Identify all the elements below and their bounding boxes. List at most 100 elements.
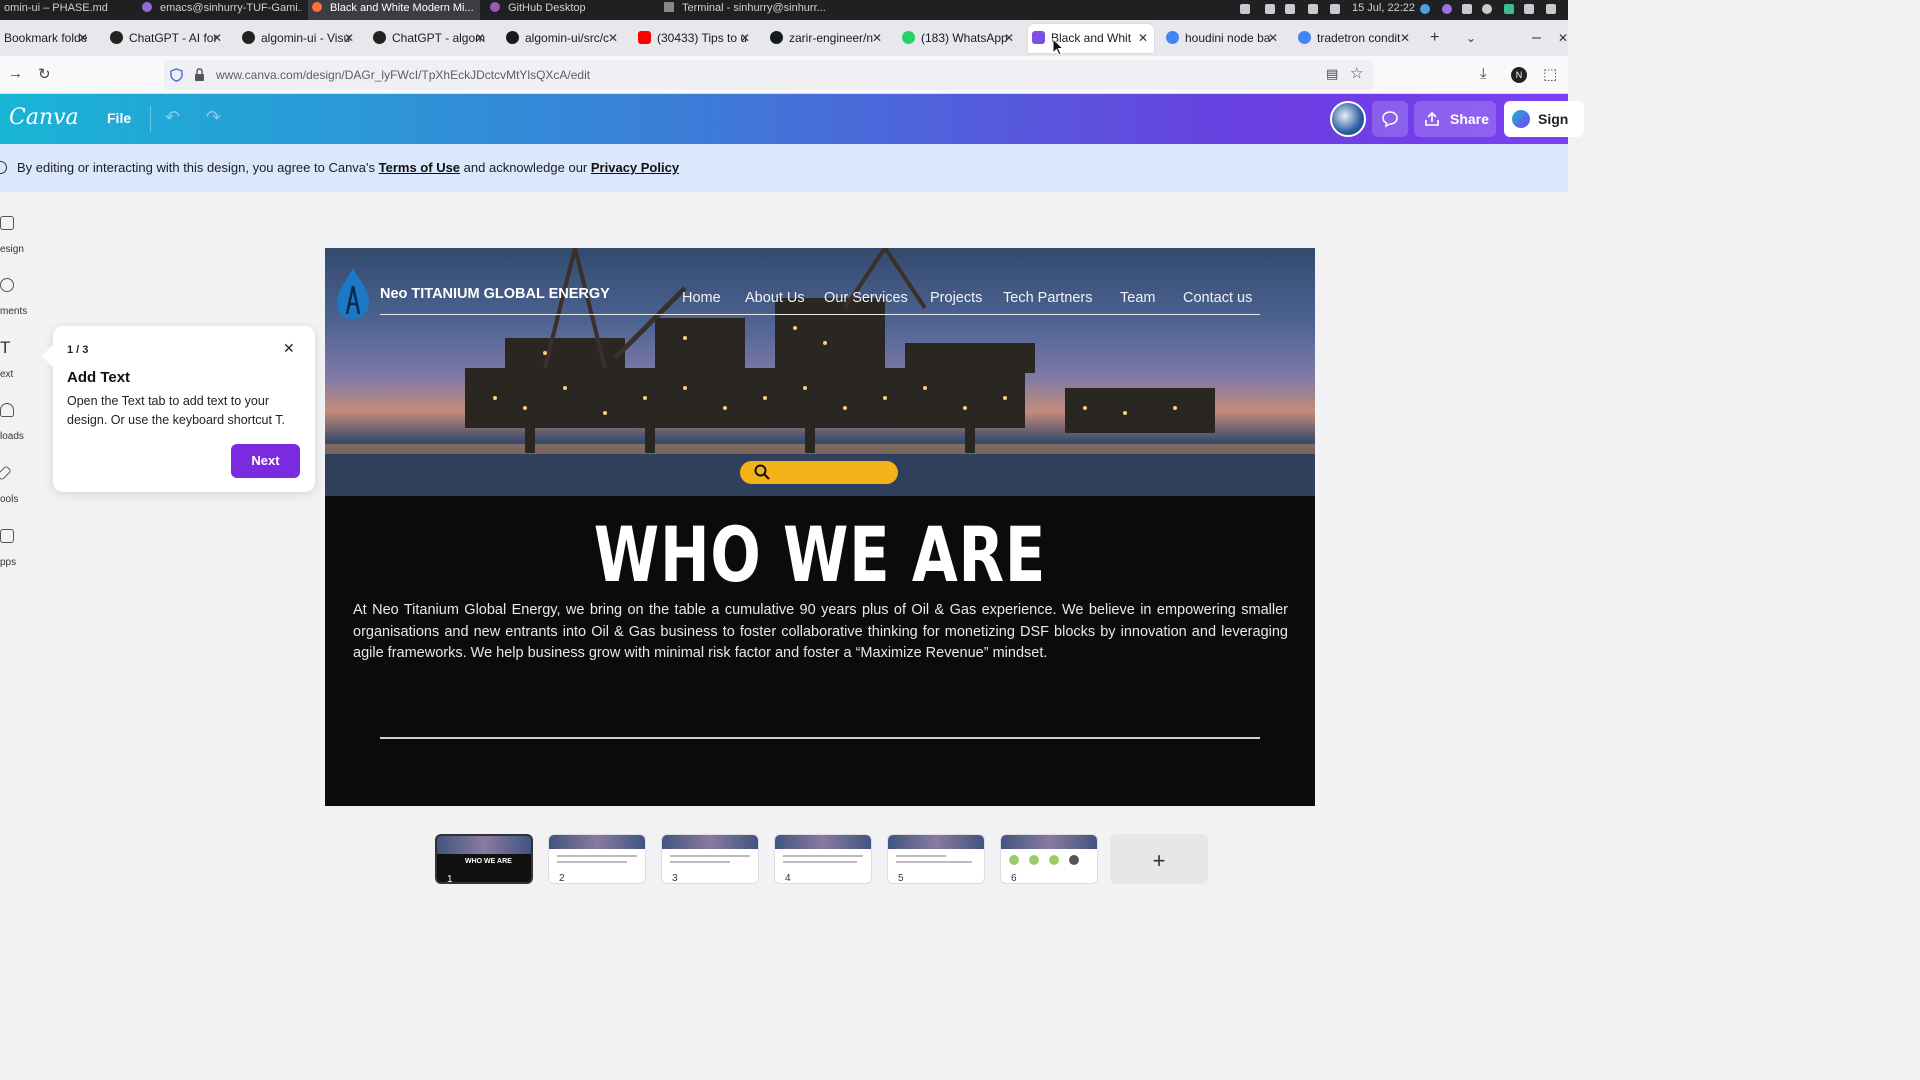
- tab-list-chevron-icon[interactable]: ⌄: [1466, 31, 1476, 45]
- url-text[interactable]: www.canva.com/design/DAGr_lyFWcI/TpXhEck…: [216, 68, 590, 82]
- thumbnail-line: [783, 855, 863, 857]
- next-button[interactable]: Next: [231, 444, 300, 478]
- avatar[interactable]: [1330, 101, 1366, 137]
- close-icon[interactable]: ✕: [283, 340, 295, 357]
- shield-icon[interactable]: [170, 68, 183, 82]
- tab-label: Bookmark folde: [4, 31, 88, 45]
- redo-icon[interactable]: ↷: [206, 107, 221, 128]
- browser-tab[interactable]: houdini node ba ✕: [1162, 24, 1284, 53]
- browser-tab[interactable]: algomin-ui - Visu ✕: [238, 24, 360, 53]
- add-page-button[interactable]: +: [1110, 834, 1208, 884]
- search-bar[interactable]: [740, 461, 898, 484]
- close-icon[interactable]: ✕: [1400, 24, 1410, 53]
- reader-view-icon[interactable]: ▤: [1326, 66, 1338, 82]
- os-window-label: omin-ui – PHASE.md: [4, 2, 108, 14]
- page-thumbnail[interactable]: 2: [548, 834, 646, 884]
- new-tab-icon[interactable]: +: [1430, 29, 1439, 47]
- browser-tab[interactable]: (30433) Tips to u ✕: [634, 24, 756, 53]
- battery-icon[interactable]: [1308, 4, 1318, 14]
- lock-icon[interactable]: [194, 68, 205, 82]
- section-body-text[interactable]: At Neo Titanium Global Energy, we bring …: [353, 600, 1288, 665]
- page-thumbnail[interactable]: 4: [774, 834, 872, 884]
- reload-icon[interactable]: ↻: [38, 65, 51, 83]
- tab-label: houdini node ba: [1185, 31, 1271, 45]
- os-window-tab[interactable]: Terminal - sinhurry@sinhurr...: [660, 0, 850, 20]
- account-icon[interactable]: N: [1511, 67, 1527, 83]
- section-heading[interactable]: WHO WE ARE: [434, 510, 1206, 599]
- notification-bell-icon[interactable]: [1240, 4, 1250, 14]
- nav-link-about-us[interactable]: About Us: [745, 290, 805, 306]
- file-menu-button[interactable]: File: [107, 110, 131, 126]
- nav-link-team[interactable]: Team: [1120, 290, 1155, 306]
- wifi-icon[interactable]: [1285, 4, 1295, 14]
- volume-icon[interactable]: [1330, 4, 1340, 14]
- nav-link-home[interactable]: Home: [682, 290, 721, 306]
- browser-tab[interactable]: (183) WhatsApp ✕: [898, 24, 1020, 53]
- close-icon[interactable]: ✕: [78, 24, 88, 53]
- clock[interactable]: 15 Jul, 22:22: [1352, 0, 1415, 18]
- forward-icon[interactable]: →: [8, 65, 23, 82]
- app-tray-icon[interactable]: [1546, 4, 1556, 14]
- close-icon[interactable]: ✕: [212, 24, 222, 53]
- bluetooth-icon[interactable]: [1265, 4, 1275, 14]
- comments-button[interactable]: [1372, 101, 1408, 137]
- browser-tab[interactable]: algomin-ui/src/c ✕: [502, 24, 624, 53]
- app-tray-icon[interactable]: [1420, 4, 1430, 14]
- elements-icon: [0, 278, 14, 292]
- browser-tab[interactable]: zarir-engineer/n ✕: [766, 24, 888, 53]
- browser-tab[interactable]: tradetron condit ✕: [1294, 24, 1416, 53]
- brand-name[interactable]: Neo TITANIUM GLOBAL ENERGY: [380, 286, 610, 302]
- app-tray-icon[interactable]: [1442, 4, 1452, 14]
- page-thumbnail[interactable]: 6: [1000, 834, 1098, 884]
- close-window-icon[interactable]: ✕: [1558, 31, 1568, 45]
- app-tray-icon[interactable]: [1462, 4, 1472, 14]
- nav-link-our-services[interactable]: Our Services: [824, 290, 908, 306]
- close-icon[interactable]: ✕: [872, 24, 882, 53]
- sign-in-button[interactable]: Sign: [1504, 101, 1584, 137]
- hero-banner[interactable]: Neo TITANIUM GLOBAL ENERGY Home About Us…: [325, 248, 1315, 496]
- close-icon[interactable]: ✕: [475, 24, 485, 53]
- os-window-tab[interactable]: GitHub Desktop: [486, 0, 626, 20]
- tab-label: (30433) Tips to u: [657, 31, 748, 45]
- nav-link-tech-partners[interactable]: Tech Partners: [1003, 290, 1092, 306]
- page-thumbnail[interactable]: 5: [887, 834, 985, 884]
- canva-header: Canva File ↶ ↷ Share Sign: [0, 94, 1584, 144]
- browser-tab[interactable]: Bookmark folde ✕: [0, 24, 94, 53]
- thumbnail-line: [557, 861, 627, 863]
- folder-icon[interactable]: [1524, 4, 1534, 14]
- minimize-icon[interactable]: –: [1532, 29, 1541, 47]
- canva-logo[interactable]: Canva: [9, 105, 79, 130]
- nav-link-contact-us[interactable]: Contact us: [1183, 290, 1252, 306]
- close-icon[interactable]: ✕: [608, 24, 618, 53]
- page-number: 2: [559, 873, 565, 884]
- close-icon[interactable]: ✕: [1138, 24, 1148, 53]
- page-thumbnail[interactable]: 3: [661, 834, 759, 884]
- browser-tab[interactable]: ChatGPT - AI for ✕: [106, 24, 228, 53]
- share-button[interactable]: Share: [1414, 101, 1496, 137]
- browser-tab-active[interactable]: Black and Whit ✕: [1028, 24, 1154, 53]
- close-icon[interactable]: ✕: [1268, 24, 1278, 53]
- undo-icon[interactable]: ↶: [165, 107, 180, 128]
- thumbnail-preview: [888, 835, 984, 849]
- design-page[interactable]: Neo TITANIUM GLOBAL ENERGY Home About Us…: [325, 248, 1315, 806]
- thumbnail-line: [557, 855, 637, 857]
- os-window-tab[interactable]: omin-ui – PHASE.md: [0, 0, 125, 20]
- os-window-tab-active[interactable]: Black and White Modern Mi...: [308, 0, 480, 20]
- os-window-tab[interactable]: emacs@sinhurry-TUF-Gami...: [138, 0, 302, 20]
- bookmark-star-icon[interactable]: ☆: [1350, 64, 1363, 82]
- nav-link-projects[interactable]: Projects: [930, 290, 982, 306]
- url-bar[interactable]: www.canva.com/design/DAGr_lyFWcI/TpXhEck…: [164, 60, 1374, 90]
- close-icon[interactable]: ✕: [740, 24, 750, 53]
- app-tray-icon[interactable]: [1504, 4, 1514, 14]
- downloads-icon[interactable]: ⤓: [1480, 65, 1487, 82]
- close-icon[interactable]: ✕: [344, 24, 354, 53]
- privacy-policy-link[interactable]: Privacy Policy: [591, 160, 679, 175]
- page-thumbnail[interactable]: WHO WE ARE 1: [435, 834, 533, 884]
- browser-tab[interactable]: ChatGPT - algom ✕: [369, 24, 491, 53]
- app-tray-icon[interactable]: [1482, 4, 1492, 14]
- extensions-icon[interactable]: ⬚: [1543, 65, 1557, 83]
- thumbnail-dot: [1049, 855, 1059, 865]
- close-icon[interactable]: ✕: [1004, 24, 1014, 53]
- page-number: 4: [785, 873, 791, 884]
- terms-of-use-link[interactable]: Terms of Use: [379, 160, 460, 175]
